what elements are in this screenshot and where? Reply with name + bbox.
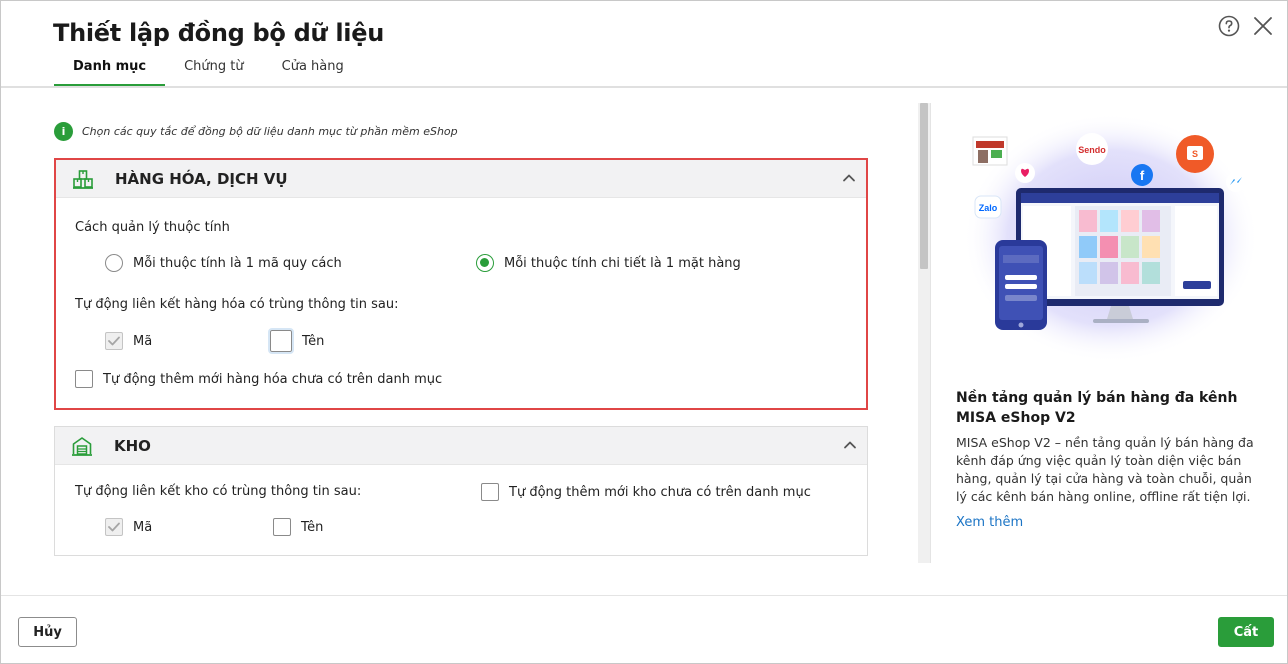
warehouse-icon — [71, 435, 95, 457]
goods-warehouse-icon — [72, 168, 96, 190]
checkbox-checked-disabled[interactable] — [105, 518, 123, 536]
messenger-logo — [1226, 172, 1246, 192]
facebook-logo: f — [1131, 164, 1153, 186]
zalo-logo: Zalo — [974, 195, 1002, 219]
cancel-button[interactable]: Hủy — [18, 617, 77, 647]
svg-text:Sendo: Sendo — [1078, 145, 1106, 155]
footer-divider — [1, 595, 1287, 596]
close-icon[interactable] — [1251, 14, 1275, 38]
dialog-title: Thiết lập đồng bộ dữ liệu — [53, 19, 384, 47]
shopee-logo: S — [1176, 135, 1214, 173]
checkbox-unchecked[interactable] — [481, 483, 499, 501]
checkbox-checked-disabled[interactable] — [105, 332, 123, 350]
warehouse-section-header[interactable]: KHO — [55, 427, 867, 465]
eshop-illustration: Sendo S f Zalo — [963, 113, 1259, 363]
hint-text: Chọn các quy tắc để đồng bộ dữ liệu danh… — [82, 125, 458, 138]
radio-option-item-per-detail[interactable]: Mỗi thuộc tính chi tiết là 1 mặt hàng — [476, 254, 741, 272]
info-icon: i — [54, 122, 73, 141]
chevron-up-icon[interactable] — [840, 169, 858, 187]
svg-text:S: S — [1192, 149, 1198, 159]
goods-section: HÀNG HÓA, DỊCH VỤ Cách quản lý thuộc tín… — [54, 158, 868, 410]
radio-label: Mỗi thuộc tính chi tiết là 1 mặt hàng — [504, 255, 741, 271]
checkbox-label: Mã — [133, 519, 153, 535]
checkbox-label: Tự động thêm mới hàng hóa chưa có trên d… — [103, 371, 443, 387]
help-circle-icon[interactable] — [1217, 14, 1241, 38]
sendo-logo: Sendo — [1076, 133, 1108, 165]
checkbox-warehouse-name[interactable]: Tên — [273, 518, 323, 536]
tab-cua-hang[interactable]: Cửa hàng — [263, 59, 363, 87]
dialog-actions — [1217, 14, 1275, 38]
checkbox-label: Mã — [133, 333, 153, 349]
tab-danh-muc[interactable]: Danh mục — [54, 59, 166, 87]
checkbox-unchecked[interactable] — [268, 328, 294, 354]
sync-hint: i Chọn các quy tắc để đồng bộ dữ liệu da… — [54, 122, 458, 141]
check-icon — [108, 522, 120, 532]
panel-divider — [930, 103, 931, 563]
learn-more-link[interactable]: Xem thêm — [956, 515, 1023, 530]
attribute-management-label: Cách quản lý thuộc tính — [75, 220, 230, 235]
checkbox-goods-name[interactable]: Tên — [268, 328, 325, 354]
goods-section-header[interactable]: HÀNG HÓA, DỊCH VỤ — [56, 160, 866, 198]
warehouse-section-title: KHO — [114, 436, 151, 455]
phone-illustration — [995, 240, 1047, 330]
radio-option-spec-code[interactable]: Mỗi thuộc tính là 1 mã quy cách — [105, 254, 342, 272]
tab-divider — [1, 86, 1287, 88]
warehouse-section: KHO Tự động liên kết kho có trùng thông … — [54, 426, 868, 556]
tab-chung-tu[interactable]: Chứng từ — [165, 59, 263, 87]
checkbox-goods-code[interactable]: Mã — [105, 332, 152, 350]
monitor-illustration — [1016, 188, 1224, 323]
checkbox-unchecked[interactable] — [75, 370, 93, 388]
side-panel-description: MISA eShop V2 – nền tảng quản lý bán hàn… — [956, 435, 1254, 504]
checkbox-label: Tự động thêm mới kho chưa có trên danh m… — [509, 484, 811, 500]
radio-button[interactable] — [105, 254, 123, 272]
checkbox-label: Tên — [301, 519, 324, 535]
checkbox-label: Tên — [302, 333, 325, 349]
content-scrollbar[interactable] — [918, 103, 930, 563]
goods-section-title: HÀNG HÓA, DỊCH VỤ — [115, 169, 288, 188]
chat-heart-icon — [1015, 163, 1035, 183]
scrollbar-thumb[interactable] — [920, 103, 928, 269]
radio-label: Mỗi thuộc tính là 1 mã quy cách — [133, 255, 342, 271]
svg-text:f: f — [1140, 168, 1145, 183]
checkbox-unchecked[interactable] — [273, 518, 291, 536]
checkbox-auto-add-warehouse[interactable]: Tự động thêm mới kho chưa có trên danh m… — [481, 483, 811, 501]
radio-button-selected[interactable] — [476, 254, 494, 272]
auto-link-warehouse-label: Tự động liên kết kho có trùng thông tin … — [75, 484, 362, 499]
sync-settings-dialog: Thiết lập đồng bộ dữ liệu Danh mục Chứng… — [0, 0, 1288, 664]
checkbox-warehouse-code[interactable]: Mã — [105, 518, 152, 536]
checkbox-auto-add-goods[interactable]: Tự động thêm mới hàng hóa chưa có trên d… — [75, 370, 442, 388]
shop-icon — [972, 136, 1008, 166]
chevron-up-icon[interactable] — [841, 436, 859, 454]
auto-link-goods-label: Tự động liên kết hàng hóa có trùng thông… — [75, 297, 399, 312]
tab-bar: Danh mục Chứng từ Cửa hàng — [54, 59, 363, 87]
side-panel-title: Nền tảng quản lý bán hàng đa kênh MISA e… — [956, 390, 1238, 426]
check-icon — [108, 336, 120, 346]
svg-text:Zalo: Zalo — [979, 203, 998, 213]
save-button[interactable]: Cất — [1218, 617, 1274, 647]
